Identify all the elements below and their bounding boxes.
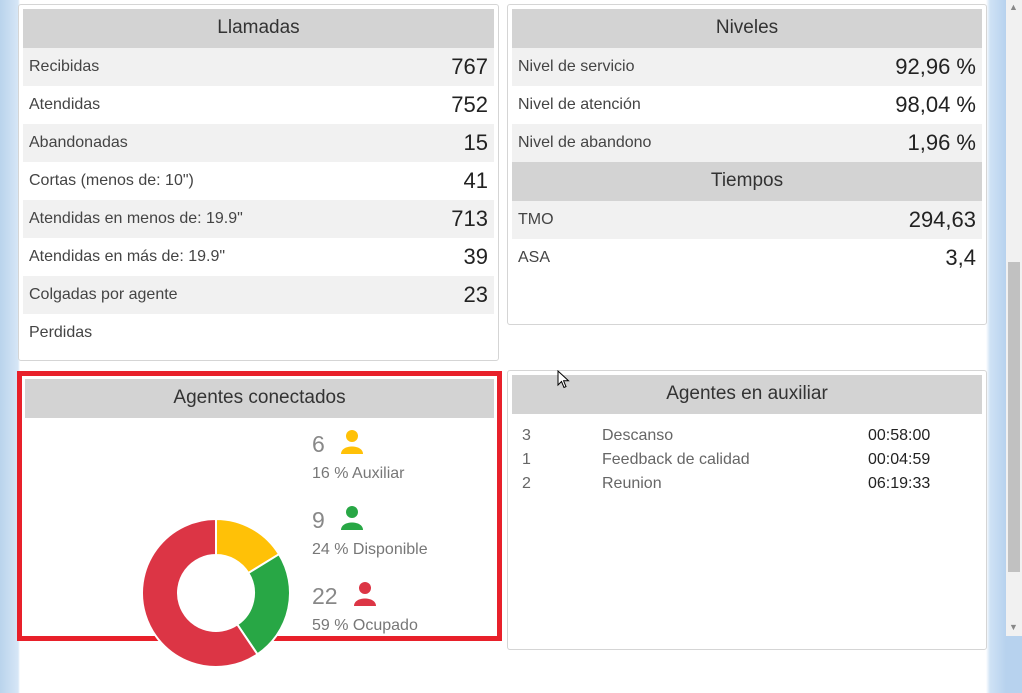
legend-auxiliar: 6 16 % Auxiliar: [312, 430, 405, 483]
auxiliar-percent: 16 % Auxiliar: [312, 465, 405, 482]
niveles-header: Niveles: [512, 9, 982, 48]
row-label: Nivel de abandono: [518, 134, 652, 151]
niveles-card: Niveles Nivel de servicio 92,96 % Nivel …: [507, 4, 987, 325]
row-label: Atendidas en menos de: 19.9": [29, 210, 243, 227]
niveles-row: Nivel de atención 98,04 %: [512, 86, 982, 124]
row-label: Cortas (menos de: 10"): [29, 172, 194, 189]
auxiliar-count: 6: [312, 431, 325, 457]
llamadas-row: Cortas (menos de: 10") 41: [23, 162, 494, 200]
niveles-row: Nivel de abandono 1,96 %: [512, 124, 982, 162]
llamadas-row: Colgadas por agente 23: [23, 276, 494, 314]
auxiliar-row: 2 Reunion 06:19:33: [512, 472, 982, 496]
tiempos-row: ASA 3,4: [512, 239, 982, 277]
ocupado-percent: 59 % Ocupado: [312, 617, 418, 634]
row-value: 98,04 %: [895, 92, 976, 117]
auxiliar-name: Descanso: [602, 427, 674, 444]
legend-disponible: 9 24 % Disponible: [312, 506, 428, 559]
row-value: 3,4: [945, 245, 976, 270]
row-value: 1,96 %: [907, 130, 977, 155]
scroll-down-arrow-icon[interactable]: ▼: [1009, 622, 1018, 632]
auxiliar-count: 1: [522, 451, 531, 468]
row-label: Atendidas en más de: 19.9": [29, 248, 226, 265]
person-icon: [341, 430, 364, 459]
row-value: 15: [463, 130, 488, 155]
agent-status-donut-chart: [141, 517, 291, 668]
agentes-conectados-card: Agentes conectados 6 16 % Auxiliar 9 24 …: [17, 371, 502, 668]
person-icon: [354, 582, 377, 611]
row-label: Perdidas: [29, 324, 93, 341]
mouse-cursor-icon: [557, 370, 570, 389]
ocupado-count: 22: [312, 583, 338, 609]
llamadas-row: Atendidas 752: [23, 86, 494, 124]
disponible-count: 9: [312, 507, 325, 533]
scroll-thumb[interactable]: [1008, 262, 1020, 572]
auxiliar-time: 00:04:59: [868, 451, 931, 468]
agentes-auxiliar-card: Agentes en auxiliar 3 Descanso 00:58:00 …: [507, 370, 987, 650]
row-value: 752: [451, 92, 488, 117]
row-label: Nivel de atención: [518, 96, 641, 113]
row-value: 713: [451, 206, 488, 231]
row-label: Nivel de servicio: [518, 58, 635, 75]
llamadas-row: Recibidas 767: [23, 48, 494, 86]
scroll-up-arrow-icon[interactable]: ▲: [1009, 2, 1018, 12]
row-value: 39: [463, 244, 488, 269]
disponible-percent: 24 % Disponible: [312, 541, 428, 558]
llamadas-row: Atendidas en menos de: 19.9" 713: [23, 200, 494, 238]
llamadas-row: Abandonadas 15: [23, 124, 494, 162]
llamadas-card: Llamadas Recibidas 767 Atendidas 752 Aba…: [18, 4, 499, 361]
auxiliar-row: 1 Feedback de calidad 00:04:59: [512, 448, 982, 472]
row-label: TMO: [518, 211, 554, 228]
auxiliar-count: 2: [522, 475, 531, 492]
auxiliar-count: 3: [522, 427, 531, 444]
row-value: 41: [463, 168, 488, 193]
llamadas-row: Atendidas en más de: 19.9" 39: [23, 238, 494, 276]
row-label: Atendidas: [29, 96, 101, 113]
agentes-conectados-header: Agentes conectados: [25, 379, 494, 418]
llamadas-header: Llamadas: [23, 9, 494, 48]
auxiliar-name: Feedback de calidad: [602, 451, 750, 468]
row-label: Colgadas por agente: [29, 286, 178, 303]
row-label: Abandonadas: [29, 134, 128, 151]
auxiliar-row: 3 Descanso 00:58:00: [512, 424, 982, 448]
person-icon: [341, 506, 364, 535]
row-value: 23: [463, 282, 488, 307]
auxiliar-time: 00:58:00: [868, 427, 931, 444]
row-label: Recibidas: [29, 58, 100, 75]
niveles-row: Nivel de servicio 92,96 %: [512, 48, 982, 86]
row-value: 92,96 %: [895, 54, 976, 79]
row-value: 767: [451, 54, 488, 79]
row-label: ASA: [518, 249, 551, 266]
agentes-auxiliar-header: Agentes en auxiliar: [512, 375, 982, 414]
legend-ocupado: 22 59 % Ocupado: [312, 582, 418, 635]
page-scrollbar[interactable]: ▲ ▼: [1006, 0, 1022, 636]
tiempos-header: Tiempos: [512, 162, 982, 201]
llamadas-row: Perdidas: [23, 314, 494, 352]
row-value: 294,63: [908, 207, 976, 232]
tiempos-row: TMO 294,63: [512, 201, 982, 239]
auxiliar-time: 06:19:33: [868, 475, 931, 492]
auxiliar-name: Reunion: [602, 475, 662, 492]
